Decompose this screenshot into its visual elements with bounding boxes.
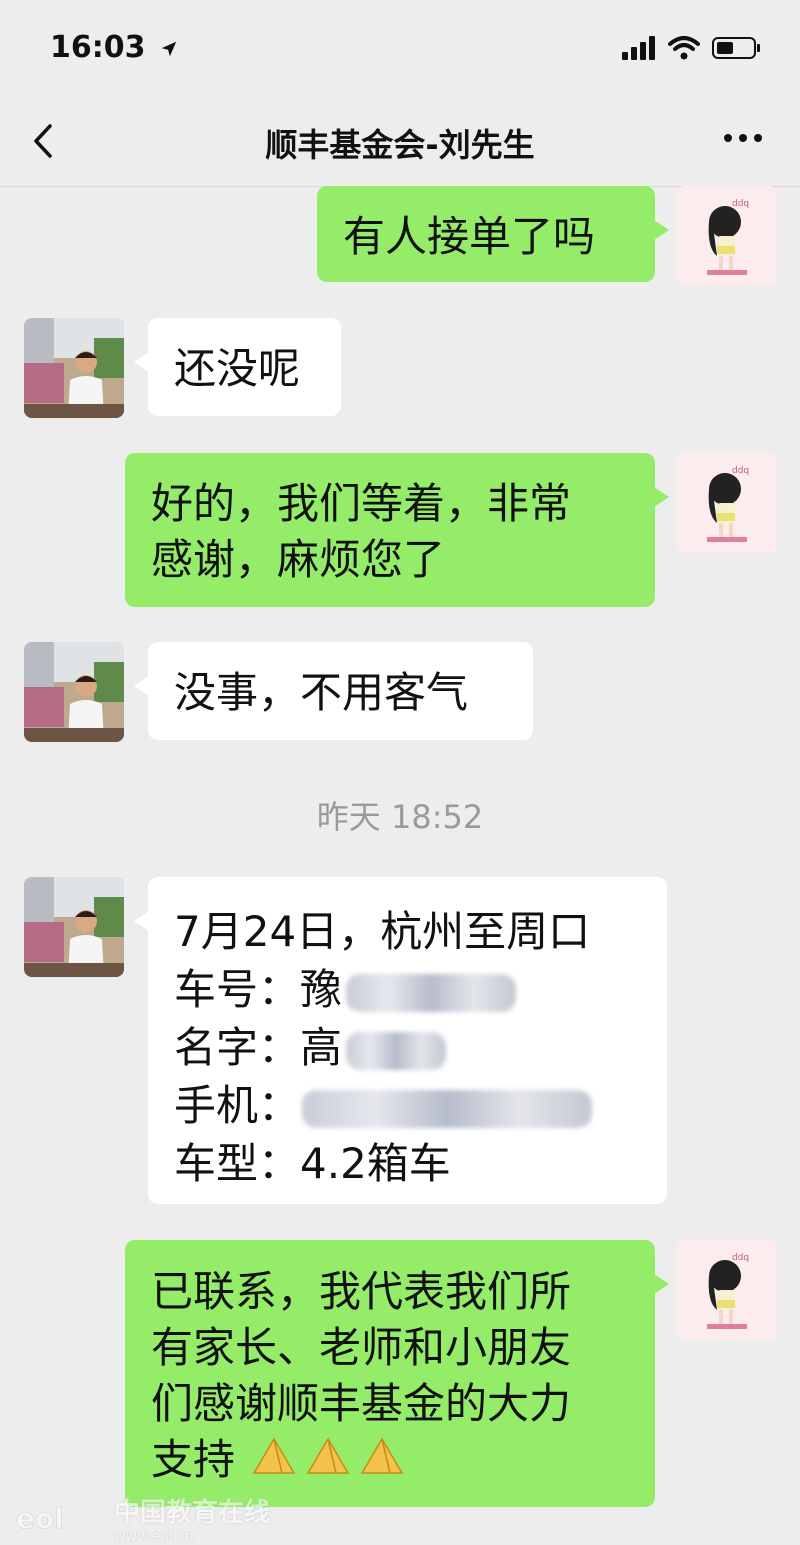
message-line: 好的，我们等着，非常	[151, 479, 572, 528]
contact-avatar[interactable]	[24, 642, 124, 742]
signal-icon	[622, 36, 655, 60]
message-bubble-received[interactable]: 还没呢	[134, 318, 341, 416]
message-line: 名字：高	[174, 1019, 641, 1077]
message-bubble-sent[interactable]: 好的，我们等着，非常 感谢，麻烦您了	[125, 453, 669, 607]
my-avatar[interactable]	[677, 186, 777, 286]
message-line: 们感谢顺丰基金的大力	[151, 1379, 572, 1428]
message-line: 支持	[151, 1432, 629, 1493]
watermark-text: 中国教育在线	[114, 1498, 271, 1528]
my-avatar[interactable]	[677, 1240, 777, 1340]
contact-avatar[interactable]	[24, 318, 124, 418]
wifi-icon	[668, 36, 700, 60]
message-line: 手机：	[174, 1077, 641, 1135]
message-line: 车号：豫	[174, 961, 641, 1019]
redacted-plate	[346, 973, 517, 1012]
chat-timestamp: 昨天 18:52	[316, 798, 484, 836]
message-text: 没事，不用客气	[174, 668, 469, 717]
more-button[interactable]	[724, 134, 762, 142]
message-bubble-sent[interactable]: 已联系，我代表我们所 有家长、老师和小朋友 们感谢顺丰基金的大力 支持	[125, 1240, 669, 1507]
message-bubble-received[interactable]: 没事，不用客气	[134, 642, 533, 740]
message-text: 还没呢	[174, 344, 301, 393]
status-icons	[622, 36, 762, 60]
redacted-phone	[302, 1089, 593, 1128]
location-arrow-icon	[161, 41, 177, 56]
message-line: 感谢，麻烦您了	[151, 535, 446, 584]
contact-avatar[interactable]	[24, 877, 124, 977]
battery-icon	[712, 37, 760, 59]
message-line: 已联系，我代表我们所	[151, 1267, 572, 1316]
svg-text:eol: eol	[16, 1502, 64, 1535]
message-line: 7月24日，杭州至周口	[174, 907, 591, 956]
watermark: eol 中国教育在线 www.eol.cn	[14, 1492, 270, 1545]
status-time: 16:03	[50, 30, 178, 65]
message-line: 有家长、老师和小朋友	[151, 1323, 572, 1372]
message-bubble-received[interactable]: 7月24日，杭州至周口 车号：豫 名字：高 手机： 车型：4.2箱车	[134, 877, 667, 1204]
message-bubble-sent[interactable]: 有人接单了吗	[317, 186, 669, 282]
folded-hands-emoji	[248, 1433, 408, 1493]
watermark-url: www.eol.cn	[114, 1529, 194, 1545]
eol-logo: eol	[16, 1502, 64, 1535]
message-line: 车型：4.2箱车	[174, 1139, 451, 1188]
status-bar: 16:03	[0, 0, 800, 100]
more-icon	[724, 134, 732, 142]
chat-header: 顺丰基金会-刘先生	[0, 100, 800, 187]
redacted-name	[346, 1031, 447, 1070]
message-text: 有人接单了吗	[343, 212, 596, 261]
my-avatar[interactable]	[677, 453, 777, 553]
chat-title: 顺丰基金会-刘先生	[265, 126, 535, 164]
